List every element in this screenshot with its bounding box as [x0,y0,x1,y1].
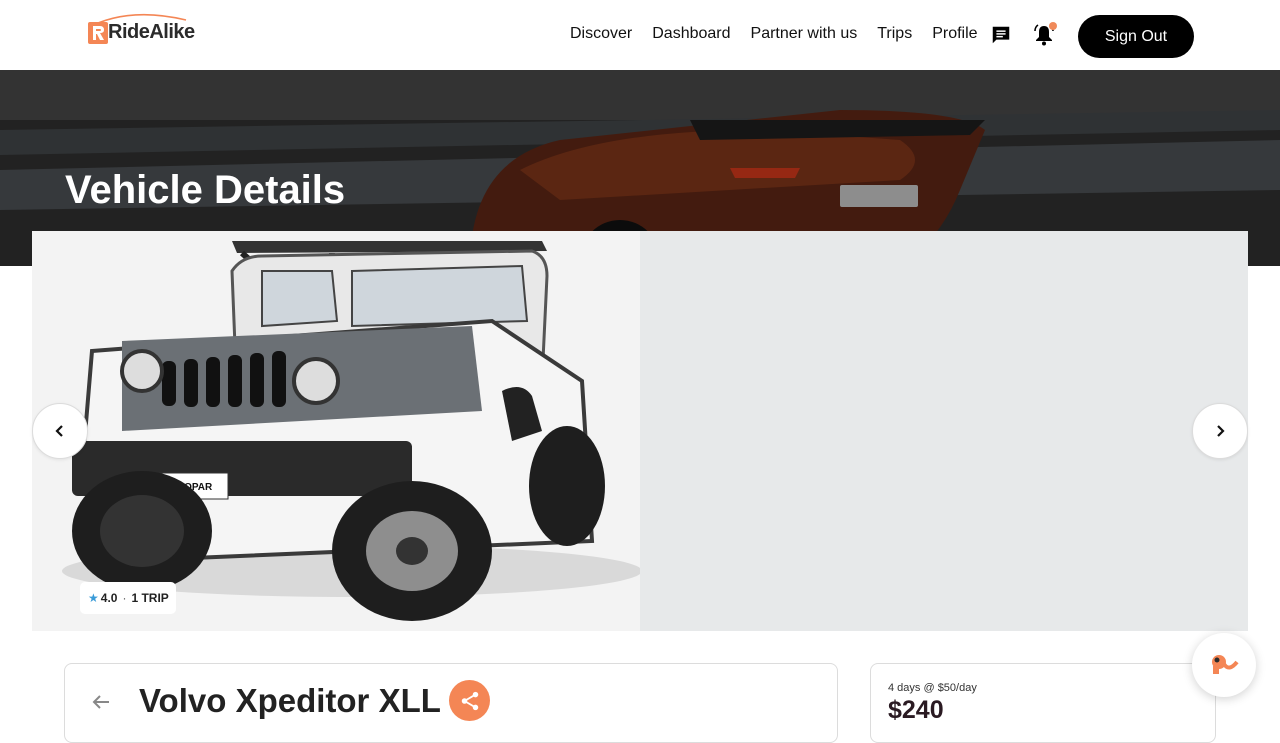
gallery-prev-button[interactable] [32,403,88,459]
chevron-left-icon [55,425,63,437]
arrow-left-icon[interactable] [89,690,113,714]
nav-item-partner[interactable]: Partner with us [751,25,858,43]
rating-badge: ★ 4.0 · 1 TRIP [80,582,176,614]
top-header: RideAlike Discover Dashboard Partner wit… [0,0,1280,70]
nav-item-profile[interactable]: Profile [932,25,977,43]
vehicle-gallery: MOPAR ★ 4.0 · 1 TRIP [32,231,1248,631]
nav-item-discover[interactable]: Discover [570,25,632,43]
jeep-image: MOPAR [62,241,640,621]
separator-dot: · [122,591,127,605]
nav-item-trips[interactable]: Trips [877,25,912,43]
notification-badge [1049,22,1057,30]
chat-support-icon [1212,655,1239,674]
price-total: $240 [888,696,944,724]
chat-support-button[interactable] [1192,633,1256,697]
bell-icon[interactable] [1031,22,1057,48]
share-icon [461,691,478,710]
nav-item-dashboard[interactable]: Dashboard [652,25,730,43]
share-button[interactable] [449,680,490,721]
gallery-next-button[interactable] [1192,403,1248,459]
sign-out-button[interactable]: Sign Out [1078,15,1194,58]
main-nav: Discover Dashboard Partner with us Trips… [570,25,998,43]
vehicle-photo-placeholder[interactable] [640,231,1248,631]
chevron-right-icon [1217,425,1225,437]
logo-text: RideAlike [108,21,195,43]
vehicle-detail-card: Volvo Xpeditor XLL [64,663,838,743]
vehicle-photo[interactable]: MOPAR ★ 4.0 · 1 TRIP [32,231,640,631]
rating-value: 4.0 [100,591,118,605]
vehicle-name: Volvo Xpeditor XLL [139,682,441,719]
page-title: Vehicle Details [65,168,346,212]
price-summary-card: 4 days @ $50/day $240 [870,663,1216,743]
price-breakdown: 4 days @ $50/day [888,682,977,694]
trip-count: 1 TRIP [131,591,169,605]
star-icon: ★ [88,591,99,605]
logo-r-icon [88,22,108,44]
message-icon[interactable] [988,22,1014,48]
ridealike-logo[interactable]: RideAlike [86,12,195,46]
